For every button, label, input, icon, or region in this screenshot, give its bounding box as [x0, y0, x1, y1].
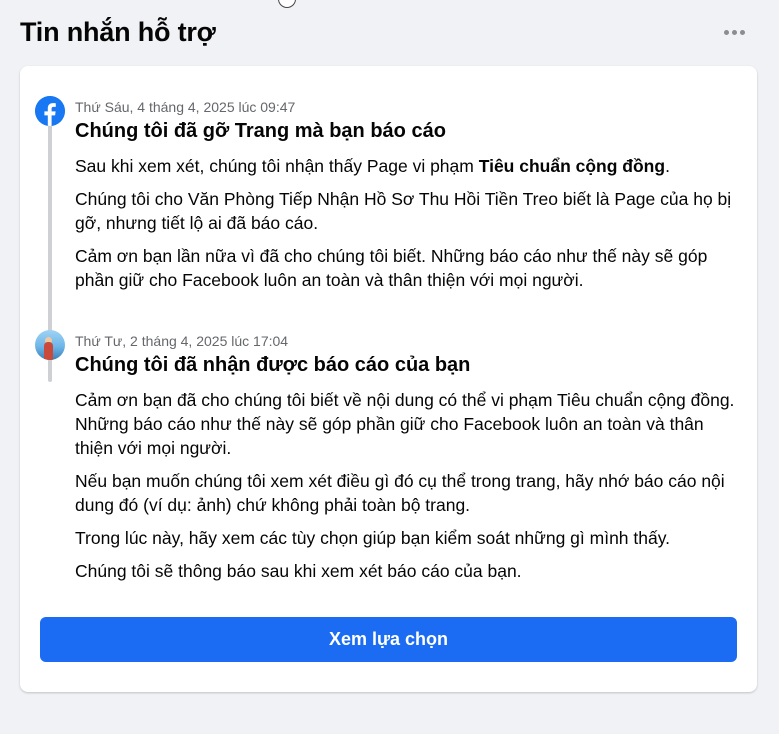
- more-dots-icon: [732, 29, 737, 35]
- community-standards-link[interactable]: Tiêu chuẩn cộng đồng: [479, 156, 665, 176]
- message-timestamp: Thứ Tư, 2 tháng 4, 2025 lúc 17:04: [75, 333, 289, 349]
- page-title: Tin nhắn hỗ trợ: [20, 16, 216, 47]
- facebook-logo-icon: [35, 96, 65, 126]
- paragraph-text: .: [665, 156, 670, 176]
- page-header: Tin nhắn hỗ trợ: [20, 12, 749, 52]
- view-options-button[interactable]: Xem lựa chọn: [40, 617, 737, 662]
- message-paragraph: Chúng tôi cho Văn Phòng Tiếp Nhận Hồ Sơ …: [75, 189, 732, 233]
- more-dots-icon: [724, 29, 729, 35]
- more-options-button[interactable]: [720, 24, 749, 41]
- user-avatar: [35, 330, 65, 360]
- message-paragraph: Chúng tôi sẽ thông báo sau khi xem xét b…: [75, 561, 522, 581]
- message-paragraph: Nếu bạn muốn chúng tôi xem xét điều gì đ…: [75, 471, 725, 515]
- message-title: Chúng tôi đã nhận được báo cáo của bạn: [75, 354, 471, 376]
- message-paragraph: Sau khi xem xét, chúng tôi nhận thấy Pag…: [75, 154, 737, 178]
- message-paragraph: Trong lúc này, hãy xem các tùy chọn giúp…: [75, 528, 671, 548]
- more-dots-icon: [740, 29, 745, 35]
- avatar-figure: [44, 342, 53, 360]
- message-timestamp: Thứ Sáu, 4 tháng 4, 2025 lúc 09:47: [75, 99, 296, 115]
- support-message: Thứ Sáu, 4 tháng 4, 2025 lúc 09:47 Chúng…: [35, 96, 737, 301]
- message-paragraph: Cảm ơn bạn đã cho chúng tôi biết về nội …: [75, 390, 735, 458]
- support-messages-card: Thứ Sáu, 4 tháng 4, 2025 lúc 09:47 Chúng…: [20, 66, 757, 692]
- mouse-cursor-icon: [278, 0, 296, 8]
- support-message: Thứ Tư, 2 tháng 4, 2025 lúc 17:04 Chúng …: [35, 330, 737, 592]
- paragraph-text: Sau khi xem xét, chúng tôi nhận thấy Pag…: [75, 156, 479, 176]
- message-title: Chúng tôi đã gỡ Trang mà bạn báo cáo: [75, 120, 446, 142]
- message-paragraph: Cảm ơn bạn lần nữa vì đã cho chúng tôi b…: [75, 246, 708, 290]
